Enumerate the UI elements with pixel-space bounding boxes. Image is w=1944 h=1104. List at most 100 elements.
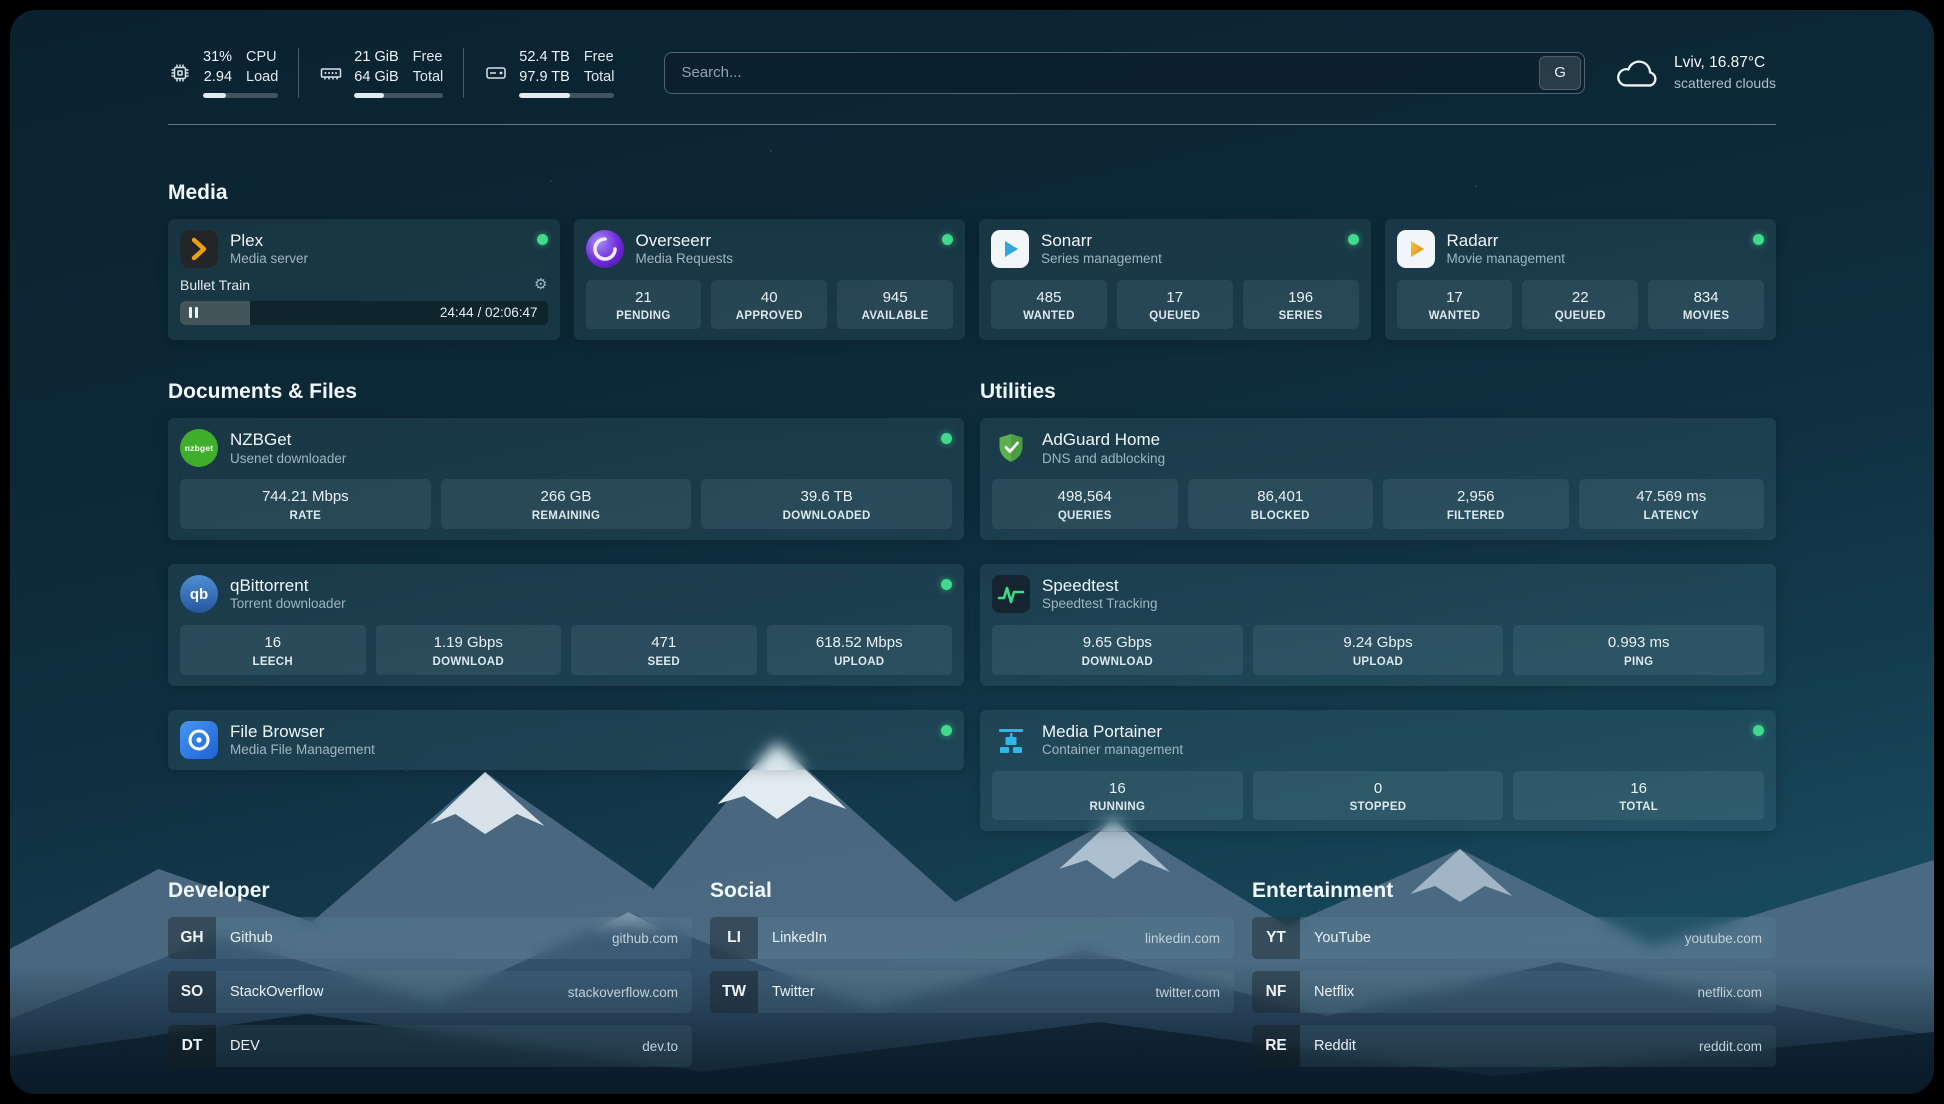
search-bar: G: [664, 52, 1585, 94]
memory-total-label: Total: [413, 68, 444, 87]
social-section-title: Social: [710, 879, 1234, 903]
media-section-title: Media: [168, 181, 1776, 205]
search-input[interactable]: [665, 53, 1536, 93]
bookmark-linkedin[interactable]: LI LinkedIn linkedin.com: [710, 917, 1234, 959]
stat-rate: 744.21 Mbps RATE: [180, 479, 431, 529]
card-adguard[interactable]: AdGuard Home DNS and adblocking 498,564 …: [980, 418, 1776, 540]
status-online-dot: [941, 579, 952, 590]
nzbget-logo-text: nzbget: [185, 443, 214, 453]
card-header: AdGuard Home DNS and adblocking: [992, 429, 1764, 467]
card-header: Speedtest Speedtest Tracking: [992, 575, 1764, 613]
stat-value: 498,564: [996, 487, 1174, 507]
stat-label: FILTERED: [1387, 510, 1565, 522]
bookmark-netflix[interactable]: NF Netflix netflix.com: [1252, 971, 1776, 1013]
app-desc: Media File Management: [230, 742, 375, 759]
card-overseerr[interactable]: Overseerr Media Requests 21 PENDING 40 A…: [574, 219, 966, 341]
stat-downloaded: 39.6 TB DOWNLOADED: [701, 479, 952, 529]
stat-label: WANTED: [995, 310, 1103, 322]
bookmark-dev[interactable]: DT DEV dev.to: [168, 1025, 692, 1067]
card-filebrowser[interactable]: File Browser Media File Management: [168, 710, 964, 770]
weather-condition: scattered clouds: [1674, 74, 1776, 92]
stat-ping: 0.993 ms PING: [1513, 625, 1764, 675]
bookmark-stackoverflow[interactable]: SO StackOverflow stackoverflow.com: [168, 971, 692, 1013]
stat-label: RUNNING: [996, 801, 1239, 813]
disk-total-label: Total: [584, 68, 615, 87]
stat-queued: 22 QUEUED: [1522, 280, 1638, 330]
qbittorrent-icon: qb: [180, 575, 218, 613]
pause-icon: [189, 307, 198, 318]
bookmark-abbr: NF: [1252, 971, 1300, 1013]
adguard-icon: [992, 429, 1030, 467]
card-qbittorrent[interactable]: qb qBittorrent Torrent downloader 16: [168, 564, 964, 686]
bookmark-name: Netflix: [1314, 984, 1354, 1000]
memory-free: 21 GiB: [354, 48, 398, 67]
bookmark-url: stackoverflow.com: [568, 985, 678, 1000]
app-desc: Movie management: [1447, 251, 1566, 268]
app-name: Overseerr: [636, 230, 734, 251]
bookmark-name: StackOverflow: [230, 984, 323, 1000]
app-titles: Speedtest Speedtest Tracking: [1042, 575, 1158, 613]
bookmark-github[interactable]: GH Github github.com: [168, 917, 692, 959]
playback-progress-bar: 24:44 / 02:06:47: [180, 301, 548, 325]
stat-value: 485: [995, 288, 1103, 308]
bookmark-abbr: GH: [168, 917, 216, 959]
bookmark-name: YouTube: [1314, 930, 1371, 946]
playback-time: 24:44 / 02:06:47: [440, 305, 538, 320]
qbittorrent-logo-text: qb: [190, 586, 208, 603]
cpu-readout: 31% CPU 2.94 Load: [203, 48, 278, 98]
card-header: File Browser Media File Management: [180, 721, 952, 759]
stat-label: PENDING: [590, 310, 698, 322]
section-media: Media Plex Media server: [168, 181, 1776, 341]
card-plex[interactable]: Plex Media server Bullet Train ⚙ 24:44 /…: [168, 219, 560, 341]
card-sonarr[interactable]: Sonarr Series management 485 WANTED 17 Q…: [979, 219, 1371, 341]
app-titles: Plex Media server: [230, 230, 308, 268]
card-speedtest[interactable]: Speedtest Speedtest Tracking 9.65 Gbps D…: [980, 564, 1776, 686]
stat-download: 1.19 Gbps DOWNLOAD: [376, 625, 562, 675]
overseerr-icon: [586, 230, 624, 268]
stat-label: QUEUED: [1526, 310, 1634, 322]
stat-series: 196 SERIES: [1243, 280, 1359, 330]
app-titles: Media Portainer Container management: [1042, 721, 1183, 759]
app-name: File Browser: [230, 721, 375, 742]
stat-value: 21: [590, 288, 698, 308]
card-radarr[interactable]: Radarr Movie management 17 WANTED 22 QUE…: [1385, 219, 1777, 341]
bookmark-url: dev.to: [642, 1039, 678, 1054]
stat-label: SERIES: [1247, 310, 1355, 322]
search-provider-button[interactable]: G: [1539, 56, 1581, 90]
stat-value: 266 GB: [445, 487, 688, 507]
stat-value: 16: [184, 633, 362, 653]
app-desc: Media Requests: [636, 251, 734, 268]
settings-gear-icon[interactable]: ⚙: [534, 277, 547, 292]
stat-value: 196: [1247, 288, 1355, 308]
card-portainer[interactable]: Media Portainer Container management 16 …: [980, 710, 1776, 832]
bookmark-reddit[interactable]: RE Reddit reddit.com: [1252, 1025, 1776, 1067]
app-name: NZBGet: [230, 429, 346, 450]
section-utilities: Utilities: [980, 380, 1776, 831]
bookmark-url: linkedin.com: [1145, 931, 1220, 946]
stat-movies: 834 MOVIES: [1648, 280, 1764, 330]
app-desc: Media server: [230, 251, 308, 268]
documents-section-title: Documents & Files: [168, 380, 964, 404]
bookmark-youtube[interactable]: YT YouTube youtube.com: [1252, 917, 1776, 959]
bookmark-name: LinkedIn: [772, 930, 827, 946]
card-header: Overseerr Media Requests: [586, 230, 954, 268]
weather-widget: Lviv, 16.87°C scattered clouds: [1615, 53, 1776, 92]
header-bar: 31% CPU 2.94 Load 21: [168, 10, 1776, 125]
dashboard-frame: 31% CPU 2.94 Load 21: [10, 10, 1934, 1094]
stat-label: LATENCY: [1583, 510, 1761, 522]
stat-filtered: 2,956 FILTERED: [1383, 479, 1569, 529]
cpu-label: CPU: [246, 48, 278, 67]
media-cards: Plex Media server Bullet Train ⚙ 24:44 /…: [168, 219, 1776, 341]
stat-value: 618.52 Mbps: [771, 633, 949, 653]
stat-value: 47.569 ms: [1583, 487, 1761, 507]
bookmark-twitter[interactable]: TW Twitter twitter.com: [710, 971, 1234, 1013]
cpu-chip-icon: [168, 61, 192, 85]
stats-row: 9.65 Gbps DOWNLOAD 9.24 Gbps UPLOAD 0.99…: [992, 625, 1764, 675]
stat-label: AVAILABLE: [841, 310, 949, 322]
stat-approved: 40 APPROVED: [711, 280, 827, 330]
radarr-icon: [1397, 230, 1435, 268]
disk-readout: 52.4 TB Free 97.9 TB Total: [519, 48, 614, 98]
card-nzbget[interactable]: nzbget NZBGet Usenet downloader 744.21 M…: [168, 418, 964, 540]
bookmark-abbr: RE: [1252, 1025, 1300, 1067]
stat-upload: 9.24 Gbps UPLOAD: [1253, 625, 1504, 675]
